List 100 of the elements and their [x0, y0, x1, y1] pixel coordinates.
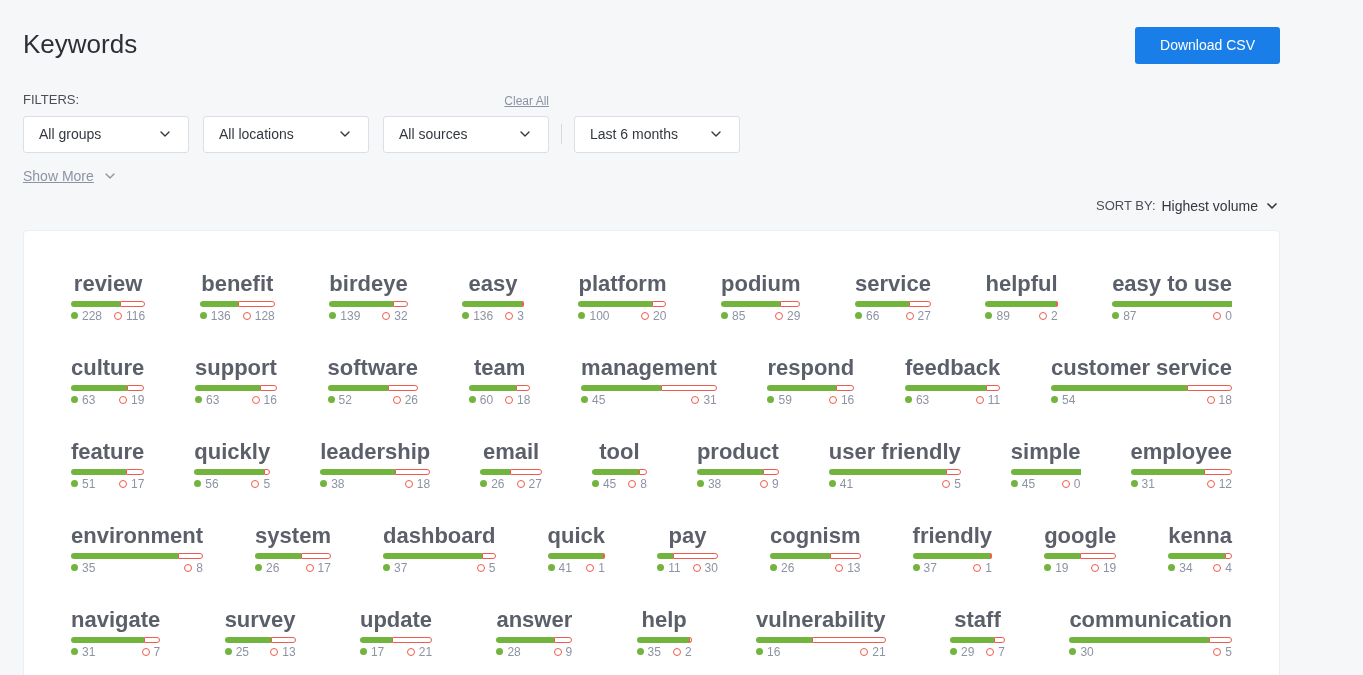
negative-remainder [1055, 300, 1058, 307]
keyword[interactable]: employee [1130, 438, 1232, 465]
keyword[interactable]: vulnerability [756, 606, 886, 633]
keyword[interactable]: helpful [985, 270, 1058, 297]
keyword[interactable]: benefit [199, 270, 275, 297]
filters-label: FILTERS: [23, 91, 80, 109]
keyword[interactable]: team [468, 354, 531, 381]
keyword[interactable]: dashboard [383, 522, 496, 549]
positive-count: 26 [266, 560, 280, 575]
sort-label: SORT BY: [1096, 197, 1156, 216]
negative-remainder [688, 636, 692, 643]
positive-fill [327, 384, 388, 391]
keyword[interactable]: pay [657, 522, 718, 549]
filter-dropdown[interactable]: All locations [203, 115, 369, 153]
negative-remainder [603, 552, 606, 559]
positive-count: 51 [82, 476, 96, 491]
positive-count: 41 [558, 560, 572, 575]
keyword[interactable]: birdeye [329, 270, 408, 297]
positive-count: 139 [340, 308, 361, 323]
keyword[interactable]: support [195, 354, 277, 381]
positive-count: 26 [491, 476, 505, 491]
keyword[interactable]: culture [71, 354, 145, 381]
positive-fill [1168, 552, 1226, 559]
negative-count: 8 [196, 560, 204, 575]
keyword[interactable]: software [327, 354, 419, 381]
keyword[interactable]: service [855, 270, 931, 297]
negative-count: 27 [917, 308, 931, 323]
download-button[interactable]: Download CSV [1135, 27, 1280, 64]
negative-count: 19 [1102, 560, 1117, 575]
positive-count: 31 [1141, 476, 1155, 491]
keyword[interactable]: feature [71, 438, 145, 465]
positive-fill [1010, 468, 1081, 475]
keyword[interactable]: quick [547, 522, 606, 549]
positive-count: 89 [996, 308, 1010, 323]
negative-count: 0 [1073, 476, 1081, 491]
keyword[interactable]: review [71, 270, 146, 297]
positive-fill [224, 636, 272, 643]
positive-count: 45 [1021, 476, 1036, 491]
keyword[interactable]: survey [224, 606, 296, 633]
positive-fill [71, 300, 121, 307]
filter-dropdown[interactable]: Last 6 months [574, 115, 740, 153]
positive-fill [71, 384, 128, 391]
keyword[interactable]: staff [949, 606, 1005, 633]
keyword[interactable]: environment [71, 522, 204, 549]
positive-count: 16 [767, 644, 781, 659]
keyword[interactable]: email [480, 438, 542, 465]
negative-count: 116 [126, 308, 146, 323]
negative-count: 4 [1225, 560, 1232, 575]
negative-count: 32 [394, 308, 408, 323]
positive-fill [329, 300, 393, 307]
positive-fill [855, 300, 909, 307]
sort-dropdown[interactable]: Highest volume [1161, 195, 1258, 217]
keyword[interactable]: kenna [1168, 522, 1232, 549]
keyword[interactable]: google [1044, 522, 1117, 549]
negative-count: 12 [1218, 476, 1232, 491]
positive-count: 100 [589, 308, 610, 323]
positive-count: 60 [479, 392, 494, 407]
positive-fill [756, 636, 813, 643]
positive-fill [255, 552, 301, 559]
negative-count: 26 [404, 392, 419, 407]
keyword[interactable]: feedback [904, 354, 1001, 381]
keyword[interactable]: product [696, 438, 779, 465]
positive-fill [636, 636, 689, 643]
positive-count: 85 [732, 308, 746, 323]
keyword[interactable]: user friendly [828, 438, 961, 465]
positive-count: 59 [778, 392, 792, 407]
negative-count: 18 [1218, 392, 1232, 407]
positive-fill [468, 384, 517, 391]
negative-count: 20 [653, 308, 667, 323]
keyword[interactable]: communication [1069, 606, 1232, 633]
negative-count: 13 [847, 560, 861, 575]
positive-count: 35 [82, 560, 96, 575]
keyword[interactable]: respond [767, 354, 855, 381]
keyword[interactable]: customer service [1050, 354, 1232, 381]
keyword[interactable]: easy [462, 270, 524, 297]
negative-count: 9 [565, 644, 573, 659]
keyword[interactable]: platform [578, 270, 667, 297]
keyword[interactable]: update [359, 606, 433, 633]
filter-dropdown[interactable]: All groups [23, 115, 189, 153]
negative-count: 13 [282, 644, 296, 659]
keyword[interactable]: answer [496, 606, 573, 633]
keyword[interactable]: friendly [912, 522, 993, 549]
keyword[interactable]: navigate [71, 606, 161, 633]
keyword[interactable]: simple [1010, 438, 1081, 465]
keyword[interactable]: podium [721, 270, 801, 297]
keyword[interactable]: help [636, 606, 692, 633]
keyword[interactable]: management [581, 354, 717, 381]
negative-count: 5 [263, 476, 271, 491]
keyword[interactable]: leadership [320, 438, 431, 465]
positive-fill [462, 300, 522, 307]
keyword[interactable]: tool [591, 438, 647, 465]
keyword[interactable]: system [255, 522, 331, 549]
keyword[interactable]: easy to use [1112, 270, 1232, 297]
keyword[interactable]: cognism [770, 522, 861, 549]
filter-dropdown[interactable]: All sources [383, 115, 549, 153]
positive-count: 31 [82, 644, 96, 659]
negative-count: 5 [1225, 644, 1232, 659]
page-title: Keywords [23, 27, 138, 61]
keyword[interactable]: quickly [194, 438, 271, 465]
negative-count: 21 [418, 644, 433, 659]
